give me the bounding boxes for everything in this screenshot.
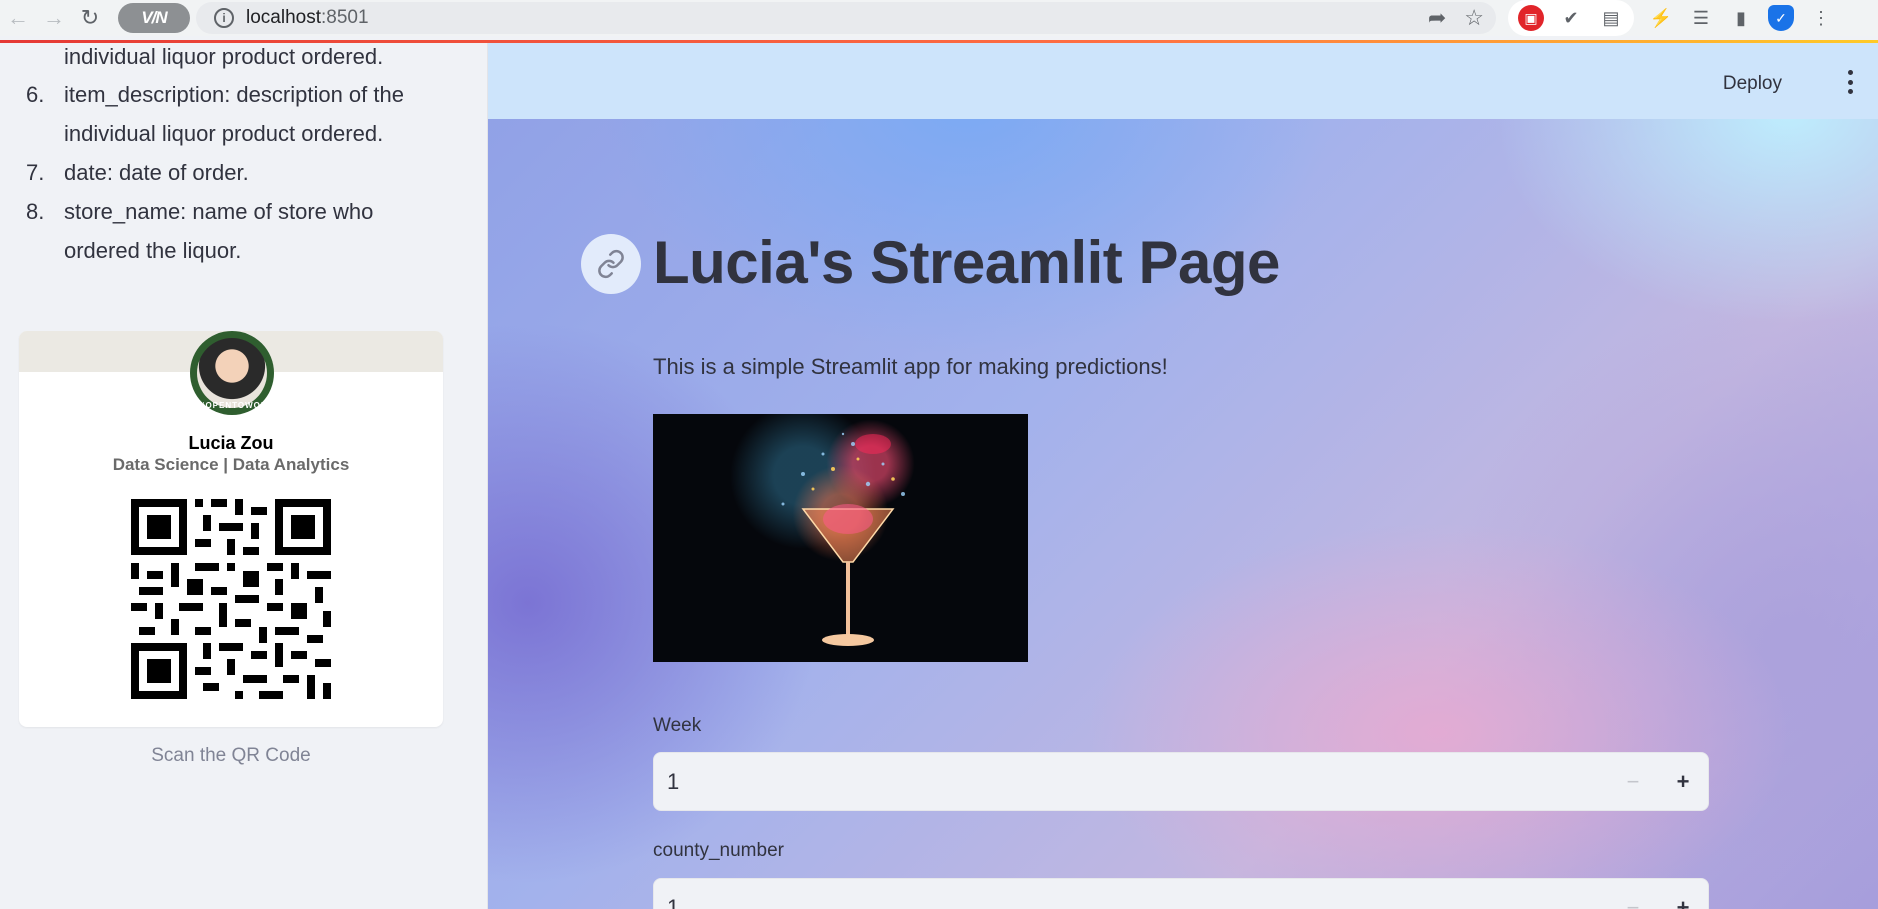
list-item-number: 8. [26, 199, 45, 224]
badge-extension-icon[interactable]: ✔ [1558, 5, 1584, 31]
app-menu-icon[interactable] [1844, 67, 1856, 97]
sidebar-icon[interactable]: ▮ [1728, 5, 1754, 31]
forward-icon[interactable]: → [36, 0, 72, 36]
county-number-label: county_number [653, 840, 784, 861]
browser-menu-icon[interactable]: ⋮ [1808, 5, 1834, 31]
county-number-input-field[interactable]: 1 [654, 895, 1608, 909]
star-icon[interactable]: ☆ [1464, 5, 1484, 31]
list-item-text: individual liquor product ordered. [64, 44, 384, 69]
cocktail-image [653, 414, 1028, 662]
info-icon[interactable]: i [214, 8, 234, 28]
county-number-increment-button[interactable]: + [1658, 879, 1708, 909]
week-decrement-button[interactable]: − [1608, 753, 1658, 810]
list-item-text: store_name: name of store who ordered th… [64, 199, 374, 263]
profile-name: Lucia Zou [188, 433, 274, 453]
page-title: Lucia's Streamlit Page [653, 229, 1280, 296]
deploy-button[interactable]: Deploy [1723, 73, 1782, 95]
app-main: Deploy Lucia's Streamlit Page This is a … [488, 43, 1878, 909]
sidebar: individual liquor product ordered. 6. it… [0, 43, 488, 909]
bolt-icon[interactable]: ⚡ [1648, 5, 1674, 31]
back-icon[interactable]: ← [0, 0, 36, 36]
week-input-field[interactable]: 1 [654, 769, 1608, 795]
list-item: individual liquor product ordered. [26, 43, 487, 75]
url-host: localhost [246, 7, 321, 28]
week-number-input: 1 − + [653, 752, 1709, 811]
playlist-icon[interactable]: ☰ [1688, 5, 1714, 31]
vpn-button[interactable]: V/N [118, 3, 190, 33]
address-bar[interactable]: i localhost:8501 ➦ ☆ [196, 2, 1496, 34]
week-label: Week [653, 715, 702, 736]
list-item-text: item_description: description of the ind… [64, 82, 404, 146]
lock-extension-icon[interactable]: ▣ [1518, 5, 1544, 31]
list-item: 6. item_description: description of the … [26, 75, 487, 153]
county-number-input: 1 − + [653, 878, 1709, 909]
qr-caption: Scan the QR Code [151, 745, 311, 766]
link-icon[interactable] [581, 234, 641, 294]
week-increment-button[interactable]: + [1658, 753, 1708, 810]
qr-code [131, 499, 331, 699]
share-icon[interactable]: ➦ [1428, 5, 1446, 31]
column-description-list: individual liquor product ordered. 6. it… [0, 43, 487, 270]
extensions-bar: ▣ ✔ ▤ [1508, 0, 1634, 36]
list-item-number: 6. [26, 82, 45, 107]
intro-text: This is a simple Streamlit app for makin… [653, 354, 1168, 379]
open-to-work-ring: #OPENTOWORK [200, 401, 275, 410]
url-port: :8501 [321, 7, 369, 28]
list-item-text: date: date of order. [64, 160, 249, 185]
avatar: #OPENTOWORK [190, 331, 274, 415]
reload-icon[interactable]: ↻ [72, 0, 108, 36]
app-header: Deploy [488, 43, 1878, 119]
extension-icon[interactable]: ▤ [1598, 5, 1624, 31]
list-item-number: 7. [26, 160, 45, 185]
list-item: 7. date: date of order. [26, 153, 487, 192]
list-item: 8. store_name: name of store who ordered… [26, 192, 487, 270]
county-number-decrement-button[interactable]: − [1608, 879, 1658, 909]
avatar-photo [197, 338, 267, 408]
browser-toolbar: ← → ↻ V/N i localhost:8501 ➦ ☆ ▣ ✔ ▤ ⚡ ☰… [0, 0, 1878, 36]
shield-check-icon[interactable]: ✓ [1768, 5, 1794, 31]
profile-card: #OPENTOWORK Lucia Zou Data Science | Dat… [19, 331, 443, 727]
profile-role: Data Science | Data Analytics [112, 455, 350, 474]
